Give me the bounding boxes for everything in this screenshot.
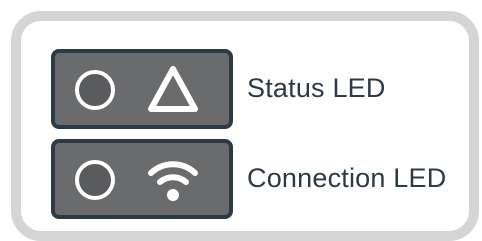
led-legend-panel: Status LED Connection LED <box>11 11 479 241</box>
connection-led-indicator <box>51 139 233 219</box>
wifi-icon <box>148 161 198 201</box>
status-led-row: Status LED <box>51 49 461 129</box>
warning-triangle-icon <box>148 66 198 112</box>
status-led-indicator <box>51 49 233 129</box>
status-led-light <box>75 70 115 110</box>
connection-led-light <box>75 160 115 200</box>
connection-led-label: Connection LED <box>247 163 447 193</box>
connection-led-row: Connection LED <box>51 139 461 219</box>
status-led-label: Status LED <box>247 73 386 103</box>
